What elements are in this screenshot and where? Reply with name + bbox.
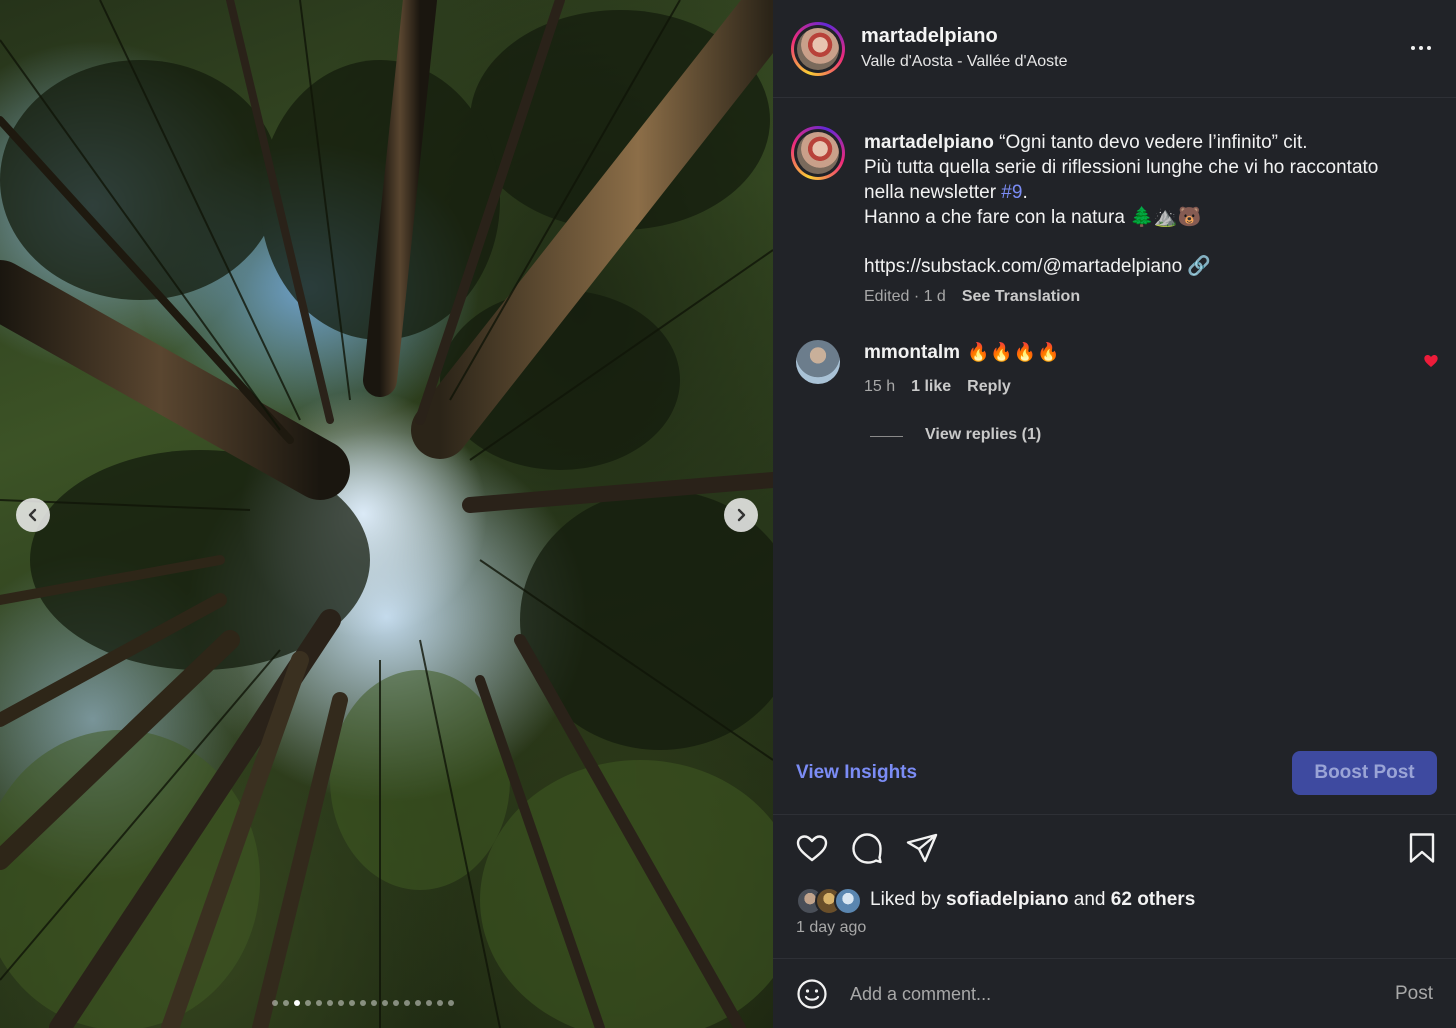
post-media[interactable] — [0, 0, 773, 1028]
author-username[interactable]: martadelpiano — [861, 25, 998, 48]
save-button[interactable] — [1404, 830, 1440, 866]
view-insights-link[interactable]: View Insights — [796, 762, 917, 784]
carousel-dot — [426, 1000, 432, 1006]
caption-author-avatar[interactable] — [791, 126, 845, 180]
author-avatar[interactable] — [791, 22, 845, 76]
caption-meta: Edited · 1 d See Translation — [864, 288, 1080, 306]
carousel-dot — [283, 1000, 289, 1006]
post-comment-button[interactable]: Post — [1395, 983, 1433, 1005]
like-button[interactable] — [794, 830, 830, 866]
paper-plane-icon — [906, 833, 938, 863]
emoji-smile-icon[interactable] — [796, 978, 828, 1010]
boost-post-button[interactable]: Boost Post — [1292, 751, 1437, 795]
carousel-dot — [327, 1000, 333, 1006]
carousel-dot — [382, 1000, 388, 1006]
reply-button[interactable]: Reply — [967, 378, 1011, 396]
liked-by-text[interactable]: Liked by sofiadelpiano and 62 others — [870, 889, 1195, 911]
chevron-left-icon — [28, 508, 37, 522]
more-options-button[interactable] — [1406, 36, 1436, 60]
bookmark-icon — [1409, 833, 1435, 863]
caption-line-3: nella newsletter — [864, 182, 1002, 203]
post-time: 1 day ago — [796, 919, 867, 936]
post-location[interactable]: Valle d'Aosta - Vallée d'Aoste — [861, 53, 1068, 71]
carousel-dot — [338, 1000, 344, 1006]
previous-photo-button[interactable] — [16, 498, 50, 532]
caption-username[interactable]: martadelpiano — [864, 132, 994, 153]
view-replies-button[interactable]: View replies (1) — [925, 426, 1041, 444]
post-header: martadelpiano Valle d'Aosta - Vallée d'A… — [773, 0, 1456, 98]
add-comment-input[interactable] — [850, 978, 1370, 1010]
carousel-dot — [272, 1000, 278, 1006]
more-horizontal-icon — [1411, 46, 1415, 50]
commenter-avatar[interactable] — [796, 340, 840, 384]
carousel-indicator — [272, 1000, 454, 1006]
caption-line-4: Hanno a che fare con la natura 🌲⛰️🐻 — [864, 207, 1202, 228]
caption-link[interactable]: https://substack.com/@martadelpiano 🔗 — [864, 254, 1439, 279]
comment-username[interactable]: mmontalm — [864, 342, 960, 364]
comment-likes[interactable]: 1 like — [911, 378, 951, 396]
next-photo-button[interactable] — [724, 498, 758, 532]
comment-text: 🔥🔥🔥🔥 — [967, 342, 1061, 362]
section-divider — [773, 958, 1456, 959]
comment-like-heart-icon[interactable] — [1423, 353, 1439, 369]
see-translation-button[interactable]: See Translation — [962, 288, 1080, 306]
carousel-dot — [371, 1000, 377, 1006]
hashtag-link[interactable]: #9 — [1001, 182, 1022, 203]
replies-divider — [870, 436, 903, 437]
carousel-dot — [448, 1000, 454, 1006]
share-button[interactable] — [904, 830, 940, 866]
post-detail-panel: martadelpiano Valle d'Aosta - Vallée d'A… — [773, 0, 1456, 1028]
carousel-dot — [305, 1000, 311, 1006]
liked-by-others[interactable]: 62 others — [1111, 889, 1195, 910]
forest-photo — [0, 0, 773, 1028]
caption-line-2: Più tutta quella serie di riflessioni lu… — [864, 157, 1379, 178]
carousel-dot — [437, 1000, 443, 1006]
heart-icon — [796, 835, 828, 862]
comment-meta: 15 h 1 like Reply — [864, 378, 1011, 396]
edited-timestamp: Edited · 1 d — [864, 288, 946, 305]
carousel-dot — [393, 1000, 399, 1006]
chevron-right-icon — [737, 508, 746, 522]
caption-line-1: “Ogni tanto devo vedere l’infinito” cit. — [993, 132, 1308, 153]
carousel-dot — [349, 1000, 355, 1006]
section-divider — [773, 814, 1456, 815]
comment-bubble-icon — [852, 833, 882, 864]
comment-time: 15 h — [864, 378, 896, 395]
carousel-dot — [294, 1000, 300, 1006]
comment-button[interactable] — [849, 830, 885, 866]
liker-avatar — [834, 887, 862, 915]
carousel-dot — [360, 1000, 366, 1006]
liked-by-avatars[interactable] — [796, 887, 866, 915]
carousel-dot — [316, 1000, 322, 1006]
liked-by-user[interactable]: sofiadelpiano — [946, 889, 1068, 910]
carousel-dot — [404, 1000, 410, 1006]
carousel-dot — [415, 1000, 421, 1006]
post-caption: martadelpiano “Ogni tanto devo vedere l’… — [864, 130, 1439, 279]
